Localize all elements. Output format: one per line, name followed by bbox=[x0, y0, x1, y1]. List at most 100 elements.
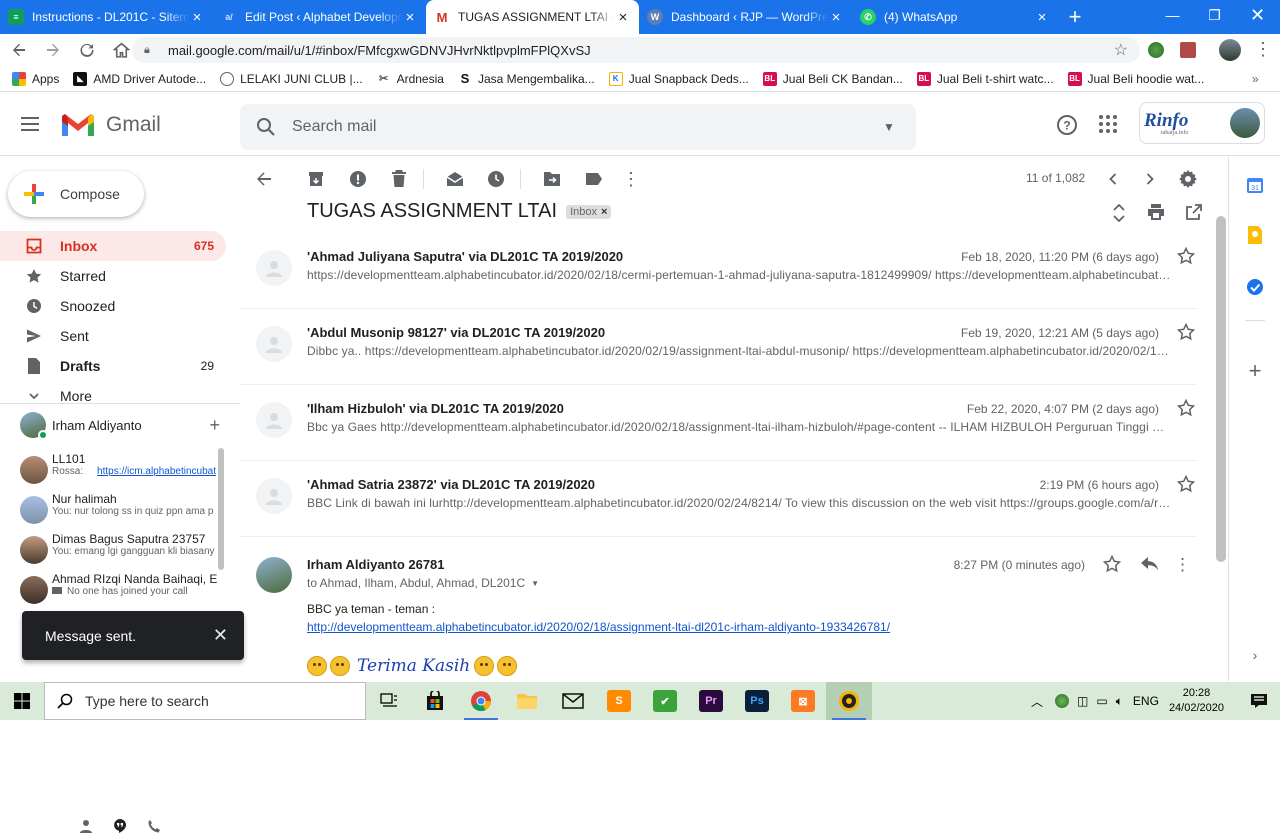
move-to-icon[interactable] bbox=[542, 169, 562, 189]
search-options-icon[interactable]: ▼ bbox=[862, 120, 916, 134]
hangouts-user[interactable]: Irham Aldiyanto + bbox=[20, 410, 230, 440]
collapsed-message[interactable]: 'Ilham Hizbuloh' via DL201C TA 2019/2020… bbox=[240, 385, 1197, 461]
expand-panel-chevron-icon[interactable]: › bbox=[1245, 645, 1265, 665]
bookmark-star-icon[interactable]: ☆ bbox=[1114, 40, 1128, 60]
inbox-label-chip[interactable]: Inbox × bbox=[566, 204, 612, 219]
reply-icon[interactable] bbox=[1141, 557, 1159, 571]
menu-dots-icon[interactable]: ⋮ bbox=[1254, 40, 1272, 58]
bookmark-item[interactable]: S Jasa Mengembalika... bbox=[458, 71, 595, 86]
new-conversation-icon[interactable]: + bbox=[209, 415, 220, 436]
sidebar-item-drafts[interactable]: Drafts 29 bbox=[0, 351, 226, 381]
reload-icon[interactable] bbox=[72, 35, 102, 65]
forward-arrow-icon[interactable] bbox=[38, 35, 68, 65]
windows-start-icon[interactable] bbox=[0, 682, 44, 720]
network-icon[interactable]: ▭ bbox=[1096, 694, 1107, 708]
phone-icon[interactable] bbox=[147, 819, 161, 833]
search-bar[interactable]: ▼ bbox=[240, 104, 916, 150]
star-icon[interactable] bbox=[1103, 555, 1121, 573]
bookmark-item[interactable]: ✂ Ardnesia bbox=[377, 72, 444, 86]
star-icon[interactable] bbox=[1177, 247, 1195, 265]
account-switcher[interactable]: Rinfo raharja.info bbox=[1139, 102, 1265, 144]
photoshop-icon[interactable]: Ps bbox=[734, 682, 780, 720]
snooze-icon[interactable] bbox=[486, 169, 506, 189]
sublime-text-icon[interactable]: S bbox=[596, 682, 642, 720]
browser-tab[interactable]: a/ Edit Post ‹ Alphabet Developm × bbox=[213, 0, 426, 34]
action-center-icon[interactable] bbox=[1238, 693, 1280, 709]
minimize-icon[interactable]: — bbox=[1150, 0, 1195, 30]
help-icon[interactable]: ? bbox=[1056, 114, 1078, 136]
taskbar-search[interactable] bbox=[44, 682, 366, 720]
back-to-inbox-icon[interactable] bbox=[254, 169, 274, 189]
browser-tab[interactable]: W Dashboard ‹ RJP — WordPress × bbox=[639, 0, 852, 34]
extension-icon[interactable] bbox=[1180, 42, 1196, 58]
microsoft-store-icon[interactable] bbox=[412, 682, 458, 720]
chat-item[interactable]: Ahmad RIzqi Nanda Baihaqi, E No one has … bbox=[20, 572, 218, 610]
bookmark-item[interactable]: LELAKI JUNI CLUB |... bbox=[220, 71, 363, 86]
chat-item[interactable]: Nur halimah You: nur tolong ss in quiz p… bbox=[20, 492, 218, 530]
show-hidden-icons-chevron-icon[interactable]: ︿ bbox=[1031, 693, 1043, 710]
taskbar-clock[interactable]: 20:28 24/02/2020 bbox=[1169, 686, 1224, 716]
more-options-icon[interactable]: ⋮ bbox=[621, 169, 641, 189]
person-icon[interactable] bbox=[79, 819, 93, 833]
close-window-icon[interactable]: ✕ bbox=[1235, 0, 1280, 30]
address-bar[interactable]: 🔒︎ mail.google.com/mail/u/1/#inbox/FMfcg… bbox=[132, 37, 1140, 63]
mark-unread-icon[interactable] bbox=[445, 169, 465, 189]
star-icon[interactable] bbox=[1177, 323, 1195, 341]
bookmark-item[interactable]: K Jual Snapback Deds... bbox=[608, 71, 749, 86]
obs-recording-icon[interactable] bbox=[826, 682, 872, 720]
mail-app-icon[interactable] bbox=[550, 682, 596, 720]
star-icon[interactable] bbox=[1177, 475, 1195, 493]
tray-shield-icon[interactable]: ◫ bbox=[1077, 694, 1088, 708]
maximize-icon[interactable]: ❐ bbox=[1192, 0, 1237, 30]
older-chevron-icon[interactable] bbox=[1140, 169, 1160, 189]
report-spam-icon[interactable] bbox=[348, 169, 368, 189]
tasks-icon[interactable] bbox=[1245, 277, 1265, 297]
premiere-pro-icon[interactable]: Pr bbox=[688, 682, 734, 720]
archive-icon[interactable] bbox=[306, 169, 326, 189]
browser-tab-active[interactable]: M TUGAS ASSIGNMENT LTAI - irh × bbox=[426, 0, 639, 34]
taskbar-search-input[interactable] bbox=[85, 693, 345, 709]
close-tab-icon[interactable]: × bbox=[1034, 9, 1050, 26]
file-explorer-icon[interactable] bbox=[504, 682, 550, 720]
input-language[interactable]: ENG bbox=[1133, 694, 1159, 708]
search-input[interactable] bbox=[292, 118, 862, 136]
chat-item[interactable]: Dimas Bagus Saputra 23757 You: emang lgi… bbox=[20, 532, 218, 570]
chat-scrollbar[interactable] bbox=[218, 448, 224, 570]
extension-icon[interactable] bbox=[1148, 42, 1164, 58]
open-in-new-window-icon[interactable] bbox=[1186, 204, 1202, 222]
profile-avatar[interactable] bbox=[1219, 39, 1241, 61]
new-tab-button[interactable]: + bbox=[1058, 0, 1092, 34]
bookmark-item[interactable]: ◣ AMD Driver Autode... bbox=[73, 71, 206, 86]
back-arrow-icon[interactable] bbox=[4, 35, 34, 65]
collapsed-message[interactable]: 'Ahmad Satria 23872' via DL201C TA 2019/… bbox=[240, 461, 1197, 537]
bookmark-item[interactable]: BL Jual Beli t-shirt watc... bbox=[916, 71, 1054, 86]
star-icon[interactable] bbox=[1177, 399, 1195, 417]
google-apps-icon[interactable] bbox=[1098, 114, 1118, 134]
browser-tab[interactable]: ≡ Instructions - DL201C - Sitem E × bbox=[0, 0, 213, 34]
xampp-icon[interactable]: ⊠ bbox=[780, 682, 826, 720]
greenshot-icon[interactable]: ✔ bbox=[642, 682, 688, 720]
label-icon[interactable] bbox=[584, 169, 604, 189]
bookmark-item[interactable]: BL Jual Beli hoodie wat... bbox=[1067, 71, 1204, 86]
newer-chevron-icon[interactable] bbox=[1103, 169, 1123, 189]
hangouts-icon[interactable] bbox=[112, 818, 128, 834]
assignment-link[interactable]: http://developmentteam.alphabetincubator… bbox=[307, 620, 890, 634]
bookmark-item[interactable]: BL Jual Beli CK Bandan... bbox=[762, 71, 903, 86]
close-icon[interactable]: ✕ bbox=[213, 625, 228, 646]
browser-tab[interactable]: ✆ (4) WhatsApp × bbox=[852, 0, 1058, 34]
compose-button[interactable]: Compose bbox=[8, 171, 144, 217]
collapsed-message[interactable]: 'Ahmad Juliyana Saputra' via DL201C TA 2… bbox=[240, 233, 1197, 309]
get-addons-plus-icon[interactable]: + bbox=[1245, 358, 1265, 383]
task-view-icon[interactable] bbox=[366, 682, 412, 720]
calendar-icon[interactable]: 31 bbox=[1245, 175, 1265, 195]
chat-preview-link[interactable]: https://icm.alphabetincubat bbox=[97, 466, 216, 477]
search-icon[interactable] bbox=[240, 117, 292, 137]
print-icon[interactable] bbox=[1147, 204, 1165, 222]
collapsed-message[interactable]: 'Abdul Musonip 98127' via DL201C TA 2019… bbox=[240, 309, 1197, 385]
more-options-icon[interactable]: ⋮ bbox=[1174, 555, 1191, 575]
more-bookmarks-icon[interactable]: » bbox=[1252, 72, 1259, 86]
gmail-logo[interactable]: Gmail bbox=[60, 112, 161, 138]
sidebar-item-inbox[interactable]: Inbox 675 bbox=[0, 231, 226, 261]
recipients[interactable]: to Ahmad, Ilham, Abdul, Ahmad, DL201C ▼ bbox=[307, 576, 539, 590]
chat-item[interactable]: LL101 Rossa: https://icm.alphabetincubat bbox=[20, 452, 218, 490]
